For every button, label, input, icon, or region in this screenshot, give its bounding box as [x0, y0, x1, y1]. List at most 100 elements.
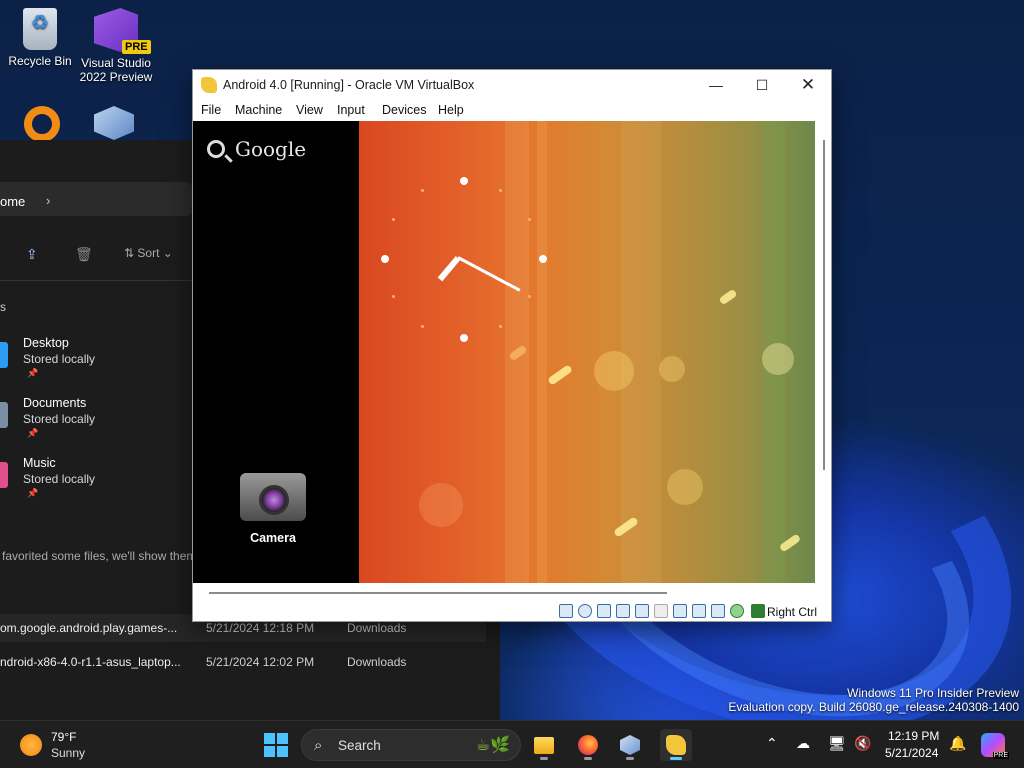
vm-display[interactable]: Google Camera — [193, 121, 815, 583]
folder-icon — [0, 462, 8, 488]
share-icon[interactable]: ⇪ — [26, 246, 38, 263]
quick-access-name: Documents — [23, 396, 87, 410]
copilot-button[interactable]: PRE — [981, 733, 1009, 759]
favorites-empty-note: favorited some files, we'll show them — [2, 549, 197, 563]
maximize-button[interactable]: ☐ — [739, 70, 785, 100]
sun-icon — [20, 734, 42, 756]
quick-access-status: Stored locally — [23, 352, 96, 366]
address-bar[interactable]: ome › — [0, 182, 192, 216]
quick-access-music[interactable]: Music Stored locally 📌 — [0, 456, 190, 508]
address-segment-home[interactable]: ome — [0, 194, 25, 209]
horizontal-scrollbar[interactable] — [209, 592, 667, 594]
quick-access-name: Music — [23, 456, 56, 470]
window-title: Android 4.0 [Running] - Oracle VM Virtua… — [223, 78, 475, 92]
taskbar-file-explorer[interactable] — [528, 729, 560, 761]
file-date: 5/21/2024 12:18 PM — [206, 621, 315, 635]
volume-muted-icon[interactable]: 🔇 — [854, 735, 871, 752]
watermark-edition: Windows 11 Pro Insider Preview — [847, 686, 1019, 700]
cloud-offline-icon[interactable]: ☁ — [796, 735, 810, 752]
file-row[interactable]: ndroid-x86-4.0-r1.1-asus_laptop... 5/21/… — [0, 648, 486, 676]
show-hidden-icons-chevron-icon[interactable]: ⌃ — [766, 735, 778, 752]
optical-drive-icon[interactable] — [578, 604, 592, 618]
display-icon[interactable] — [673, 604, 687, 618]
taskbar-search[interactable]: ⌕ Search ☕🌿 — [301, 729, 521, 761]
taskbar-virtualbox[interactable] — [614, 729, 646, 761]
search-highlight-icon: ☕🌿 — [475, 737, 510, 754]
folder-icon — [0, 342, 8, 368]
search-icon — [207, 140, 225, 158]
file-location: Downloads — [347, 621, 407, 635]
network-status-icon[interactable]: 🖥 — [828, 735, 846, 752]
vertical-scrollbar[interactable] — [823, 140, 825, 470]
notification-bell-icon[interactable]: 🔔 — [949, 735, 966, 752]
usb-icon[interactable] — [635, 604, 649, 618]
desktop-icon-app-ring[interactable] — [24, 106, 60, 142]
explorer-toolbar: ⇪ 🗑 ⇅ Sort ⌄ — [0, 236, 192, 272]
android-wallpaper — [359, 121, 815, 583]
clock-marker — [460, 177, 468, 185]
video-capture-icon[interactable] — [692, 604, 706, 618]
menu-view[interactable]: View — [296, 103, 323, 117]
desktop-icon-label: Recycle Bin — [8, 54, 72, 68]
weather-condition: Sunny — [51, 746, 86, 760]
delete-icon[interactable]: 🗑 — [75, 246, 93, 263]
audio-icon[interactable] — [597, 604, 611, 618]
minimize-button[interactable]: — — [693, 70, 739, 100]
google-search-bar[interactable]: Google — [207, 137, 306, 161]
mouse-integration-icon[interactable] — [730, 604, 744, 618]
copilot-preview-badge: PRE — [992, 752, 1009, 759]
menu-file[interactable]: File — [201, 103, 221, 117]
taskbar-firefox[interactable] — [572, 729, 604, 761]
search-placeholder: Search — [338, 738, 381, 753]
pin-icon: 📌 — [27, 428, 39, 438]
quick-access-desktop[interactable]: Desktop Stored locally 📌 — [0, 336, 190, 388]
chevron-right-icon[interactable]: › — [46, 193, 50, 208]
camera-icon — [240, 473, 306, 521]
sort-label: Sort — [137, 246, 160, 260]
virtualization-icon[interactable] — [711, 604, 725, 618]
host-key-label: Right Ctrl — [767, 605, 818, 619]
analog-clock-widget[interactable] — [379, 177, 549, 347]
firefox-icon — [578, 735, 598, 755]
camera-label: Camera — [250, 531, 296, 545]
hard-disk-icon[interactable] — [559, 604, 573, 618]
file-name: ndroid-x86-4.0-r1.1-asus_laptop... — [0, 655, 181, 669]
search-icon: ⌕ — [314, 737, 323, 754]
vm-session-icon — [666, 735, 686, 755]
sort-button[interactable]: ⇅ Sort ⌄ — [124, 246, 173, 260]
clock-marker — [460, 334, 468, 342]
menu-input[interactable]: Input — [337, 103, 365, 117]
file-name: om.google.android.play.games-... — [0, 621, 178, 635]
host-key-icon — [751, 604, 765, 618]
camera-app-shortcut[interactable]: Camera — [233, 473, 313, 545]
menu-help[interactable]: Help — [438, 103, 464, 117]
quick-access-status: Stored locally — [23, 412, 96, 426]
desktop-icon-recycle-bin[interactable]: Recycle Bin — [0, 8, 80, 68]
shared-folders-icon[interactable] — [654, 604, 668, 618]
clock-marker — [539, 255, 547, 263]
weather-temperature: 79°F — [51, 730, 77, 744]
start-button[interactable] — [264, 733, 288, 757]
file-date: 5/21/2024 12:02 PM — [206, 655, 315, 669]
quick-access-status: Stored locally — [23, 472, 96, 486]
clock-date: 5/21/2024 — [885, 746, 939, 760]
menu-devices[interactable]: Devices — [382, 103, 426, 117]
title-bar[interactable]: Android 4.0 [Running] - Oracle VM Virtua… — [193, 70, 831, 100]
network-icon[interactable] — [616, 604, 630, 618]
recycle-bin-icon — [23, 8, 57, 50]
vm-status-bar: Right Ctrl — [193, 600, 831, 622]
menu-bar: File Machine View Input Devices Help — [193, 100, 831, 122]
clock-hour-hand — [437, 256, 461, 282]
google-search-label: Google — [235, 137, 307, 161]
taskbar-virtualbox-vm[interactable] — [660, 729, 692, 761]
close-button[interactable]: ✕ — [785, 70, 831, 100]
quick-access-documents[interactable]: Documents Stored locally 📌 — [0, 396, 190, 448]
menu-machine[interactable]: Machine — [235, 103, 282, 117]
folder-icon — [0, 402, 8, 428]
clock-time: 12:19 PM — [888, 729, 940, 743]
folder-icon — [534, 737, 554, 754]
file-location: Downloads — [347, 655, 407, 669]
virtualbox-app-icon — [201, 77, 217, 93]
desktop-icon-visual-studio[interactable]: PRE Visual Studio 2022 Preview — [76, 8, 156, 84]
clock-marker — [381, 255, 389, 263]
